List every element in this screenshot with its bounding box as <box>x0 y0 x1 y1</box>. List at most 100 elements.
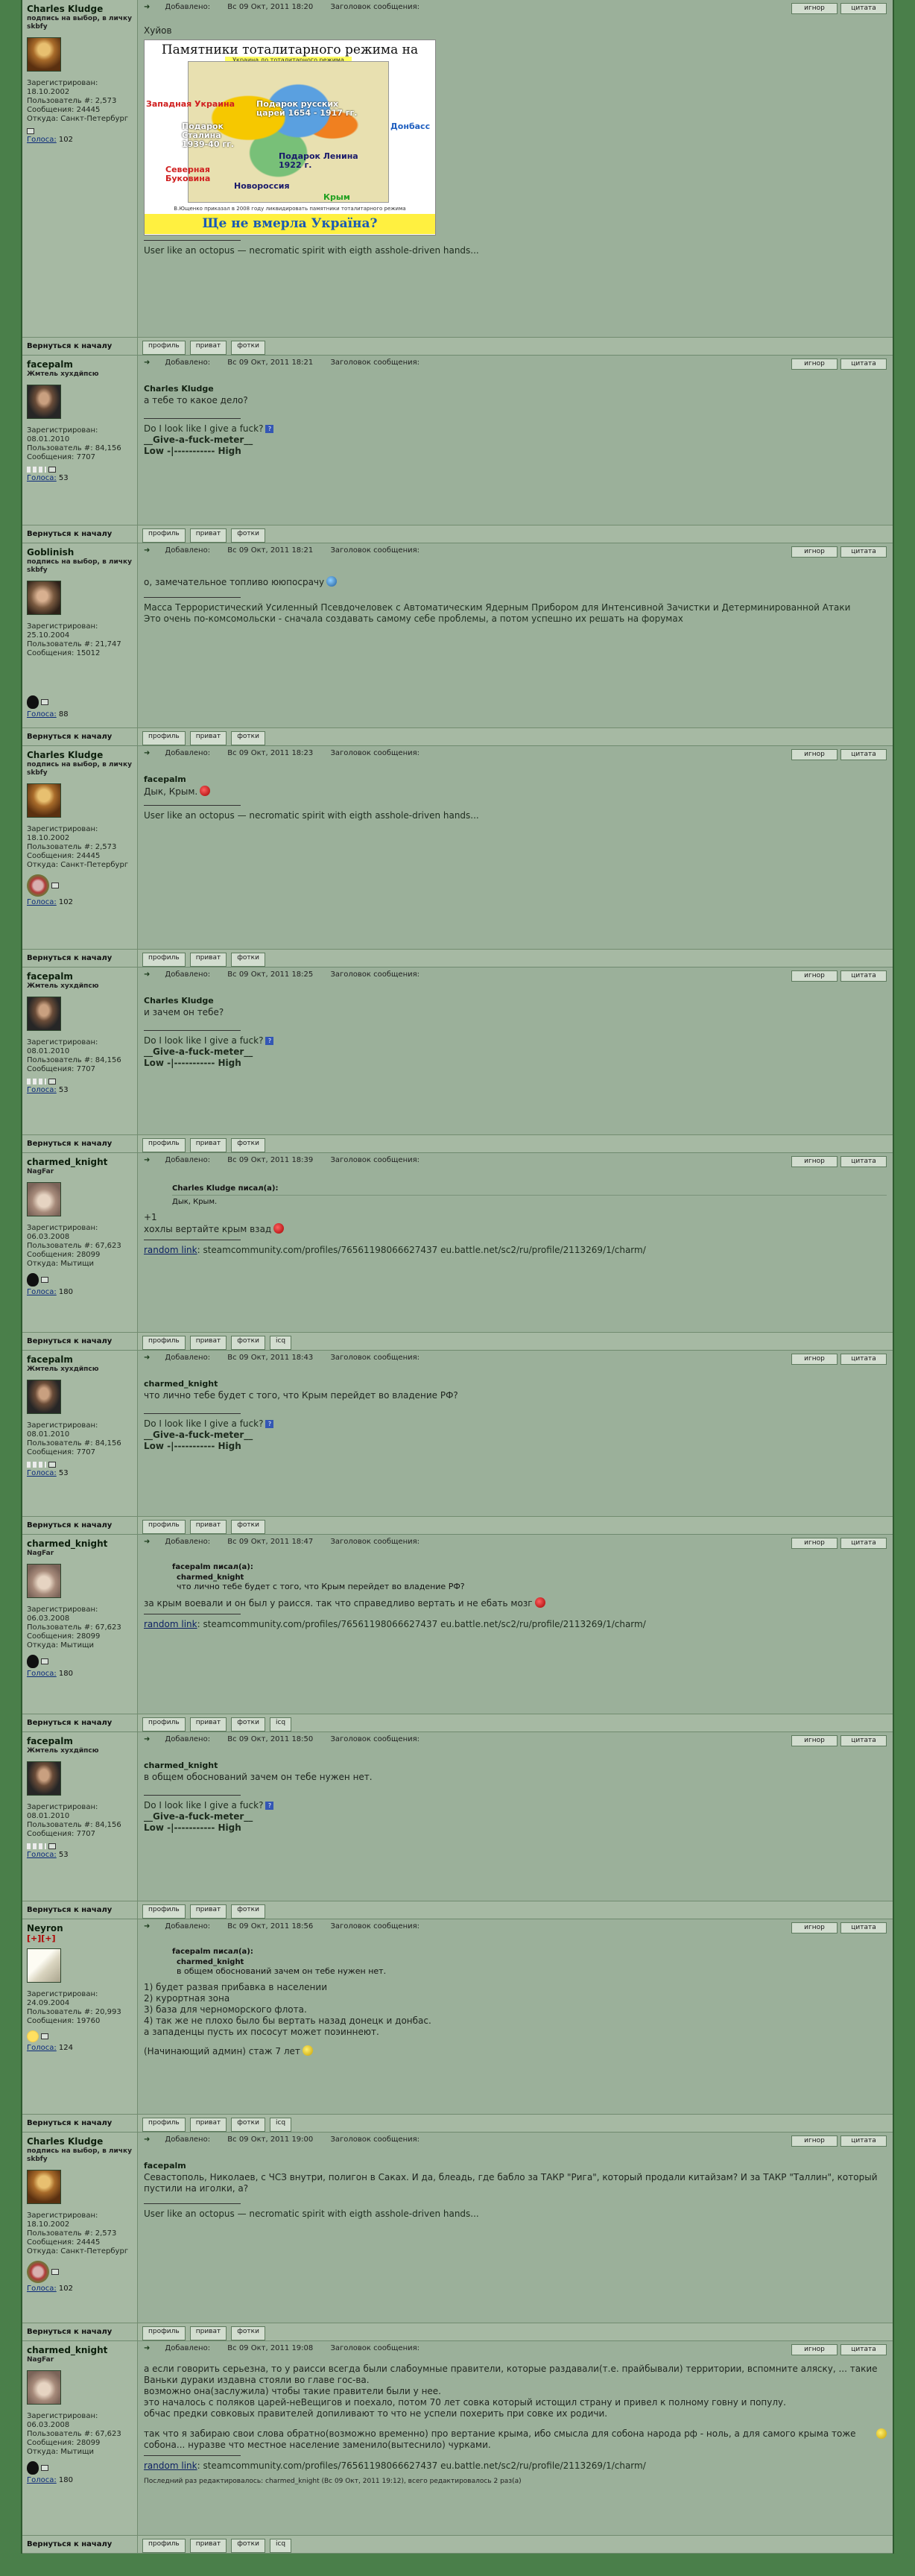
votes-link[interactable]: Голоса: <box>27 1851 57 1859</box>
photos-button[interactable]: фотки <box>231 1520 265 1534</box>
ignore-button[interactable]: игнор <box>791 359 838 370</box>
cite-button[interactable]: цитата <box>840 546 887 558</box>
icq-button[interactable]: icq <box>269 2118 292 2132</box>
post-link-icon[interactable]: ➜ <box>144 1735 150 1743</box>
username[interactable]: Charles Kludge <box>27 4 134 14</box>
post-link-icon[interactable]: ➜ <box>144 3 150 11</box>
votes-link[interactable]: Голоса: <box>27 1288 57 1296</box>
pm-button[interactable]: приват <box>189 2118 227 2132</box>
votes-link[interactable]: Голоса: <box>27 710 57 719</box>
cite-button[interactable]: цитата <box>840 1538 887 1549</box>
username[interactable]: facepalm <box>27 1354 134 1365</box>
profile-button[interactable]: профиль <box>142 341 186 355</box>
cite-button[interactable]: цитата <box>840 1922 887 1933</box>
back-to-top-link[interactable]: Вернуться к началу <box>22 2536 138 2553</box>
photos-button[interactable]: фотки <box>231 1336 265 1350</box>
back-to-top-link[interactable]: Вернуться к началу <box>22 728 138 745</box>
icq-button[interactable]: icq <box>269 1717 292 1731</box>
post-link-icon[interactable]: ➜ <box>144 2344 150 2352</box>
votes-link[interactable]: Голоса: <box>27 2476 57 2484</box>
votes-link[interactable]: Голоса: <box>27 2044 57 2052</box>
username[interactable]: Neyron <box>27 1923 134 1933</box>
ignore-button[interactable]: игнор <box>791 3 838 14</box>
profile-button[interactable]: профиль <box>142 1138 186 1152</box>
post-link-icon[interactable]: ➜ <box>144 749 150 757</box>
random-link[interactable]: random link <box>144 1245 197 1255</box>
ignore-button[interactable]: игнор <box>791 1156 838 1167</box>
profile-button[interactable]: профиль <box>142 2539 186 2553</box>
photos-button[interactable]: фотки <box>231 2118 265 2132</box>
back-to-top-link[interactable]: Вернуться к началу <box>22 1714 138 1731</box>
username[interactable]: facepalm <box>27 971 134 982</box>
votes-link[interactable]: Голоса: <box>27 474 57 482</box>
back-to-top-link[interactable]: Вернуться к началу <box>22 1333 138 1350</box>
pm-button[interactable]: приват <box>189 2326 227 2340</box>
cite-button[interactable]: цитата <box>840 1735 887 1746</box>
back-to-top-link[interactable]: Вернуться к началу <box>22 338 138 355</box>
username[interactable]: charmed_knight <box>27 1538 134 1549</box>
post-link-icon[interactable]: ➜ <box>144 1156 150 1164</box>
post-link-icon[interactable]: ➜ <box>144 1354 150 1362</box>
votes-link[interactable]: Голоса: <box>27 136 57 144</box>
photos-button[interactable]: фотки <box>231 953 265 967</box>
icq-button[interactable]: icq <box>269 2539 292 2553</box>
cite-button[interactable]: цитата <box>840 970 887 982</box>
votes-link[interactable]: Голоса: <box>27 1670 57 1678</box>
post-link-icon[interactable]: ➜ <box>144 359 150 367</box>
pm-button[interactable]: приват <box>189 341 227 355</box>
username[interactable]: facepalm <box>27 1736 134 1746</box>
back-to-top-link[interactable]: Вернуться к началу <box>22 525 138 543</box>
random-link[interactable]: random link <box>144 1619 197 1629</box>
ignore-button[interactable]: игнор <box>791 2135 838 2147</box>
votes-link[interactable]: Голоса: <box>27 1469 57 1477</box>
cite-button[interactable]: цитата <box>840 749 887 760</box>
ignore-button[interactable]: игнор <box>791 1922 838 1933</box>
profile-button[interactable]: профиль <box>142 1336 186 1350</box>
photos-button[interactable]: фотки <box>231 528 265 543</box>
random-link[interactable]: random link <box>144 2460 197 2471</box>
cite-button[interactable]: цитата <box>840 1156 887 1167</box>
back-to-top-link[interactable]: Вернуться к началу <box>22 2115 138 2132</box>
ignore-button[interactable]: игнор <box>791 1538 838 1549</box>
cite-button[interactable]: цитата <box>840 359 887 370</box>
username[interactable]: charmed_knight <box>27 1157 134 1167</box>
ignore-button[interactable]: игнор <box>791 2344 838 2355</box>
pm-button[interactable]: приват <box>189 1336 227 1350</box>
pm-button[interactable]: приват <box>189 1520 227 1534</box>
votes-link[interactable]: Голоса: <box>27 898 57 906</box>
pm-button[interactable]: приват <box>189 953 227 967</box>
photos-button[interactable]: фотки <box>231 731 265 745</box>
photos-button[interactable]: фотки <box>231 2326 265 2340</box>
photos-button[interactable]: фотки <box>231 1138 265 1152</box>
pm-button[interactable]: приват <box>189 1904 227 1919</box>
profile-button[interactable]: профиль <box>142 1717 186 1731</box>
post-link-icon[interactable]: ➜ <box>144 2135 150 2144</box>
back-to-top-link[interactable]: Вернуться к началу <box>22 1901 138 1919</box>
back-to-top-link[interactable]: Вернуться к началу <box>22 1135 138 1152</box>
username[interactable]: charmed_knight <box>27 2345 134 2355</box>
username[interactable]: facepalm <box>27 359 134 370</box>
profile-button[interactable]: профиль <box>142 2118 186 2132</box>
pm-button[interactable]: приват <box>189 731 227 745</box>
pm-button[interactable]: приват <box>189 2539 227 2553</box>
post-link-icon[interactable]: ➜ <box>144 1922 150 1931</box>
pm-button[interactable]: приват <box>189 528 227 543</box>
votes-link[interactable]: Голоса: <box>27 1086 57 1094</box>
username[interactable]: Charles Kludge <box>27 2136 134 2147</box>
cite-button[interactable]: цитата <box>840 2344 887 2355</box>
cite-button[interactable]: цитата <box>840 2135 887 2147</box>
username[interactable]: Goblinish <box>27 547 134 558</box>
votes-link[interactable]: Голоса: <box>27 2285 57 2293</box>
pm-button[interactable]: приват <box>189 1717 227 1731</box>
photos-button[interactable]: фотки <box>231 341 265 355</box>
profile-button[interactable]: профиль <box>142 731 186 745</box>
back-to-top-link[interactable]: Вернуться к началу <box>22 950 138 967</box>
profile-button[interactable]: профиль <box>142 528 186 543</box>
ignore-button[interactable]: игнор <box>791 1354 838 1365</box>
post-link-icon[interactable]: ➜ <box>144 970 150 979</box>
photos-button[interactable]: фотки <box>231 1904 265 1919</box>
username[interactable]: Charles Kludge <box>27 750 134 760</box>
profile-button[interactable]: профиль <box>142 953 186 967</box>
post-link-icon[interactable]: ➜ <box>144 1538 150 1546</box>
ignore-button[interactable]: игнор <box>791 1735 838 1746</box>
